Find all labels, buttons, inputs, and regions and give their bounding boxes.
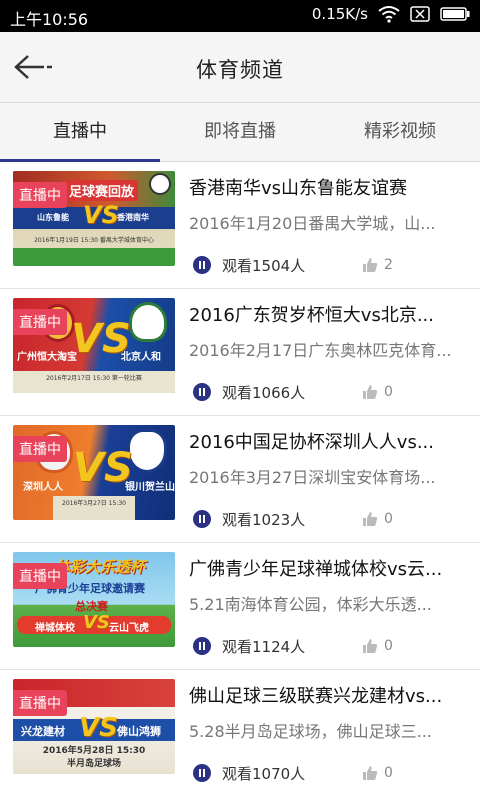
like-count: 0 bbox=[384, 511, 393, 527]
tab-upcoming[interactable]: 即将直播 bbox=[160, 103, 320, 161]
poster-team-b: 云山飞虎 bbox=[109, 623, 149, 634]
like-count: 0 bbox=[384, 638, 393, 654]
list-item[interactable]: VS 深圳人人 银川贺兰山 2016年3月27日 15:30 直播中 2016中… bbox=[0, 416, 480, 543]
poster-venue: 半月岛足球场 bbox=[66, 759, 121, 769]
poster-date: 2016年5月28日 15:30 bbox=[42, 746, 146, 756]
tab-live[interactable]: 直播中 bbox=[0, 103, 160, 162]
item-description: 2016年3月27日深圳宝安体育场... bbox=[189, 468, 436, 487]
like-count: 0 bbox=[384, 384, 393, 400]
match-thumbnail: 兴龙建材 VS 佛山鸿狮 2016年5月28日 15:30 半月岛足球场 直播中 bbox=[13, 679, 175, 774]
status-bar: 上午10:56 0.15K/s bbox=[0, 0, 480, 32]
status-time: 上午10:56 bbox=[10, 10, 89, 29]
play-icon bbox=[193, 637, 211, 655]
play-icon bbox=[193, 510, 211, 528]
vs-mark: VS bbox=[79, 713, 118, 743]
live-list: 足球赛回放 山东鲁能 VS 香港南华 2016年1月19日 15:30 番禺大学… bbox=[0, 162, 480, 797]
like-icon[interactable] bbox=[362, 257, 378, 273]
vs-mark: VS bbox=[83, 201, 119, 229]
live-badge: 直播中 bbox=[13, 436, 67, 462]
item-title: 香港南华vs山东鲁能友谊赛 bbox=[189, 178, 408, 199]
list-item[interactable]: 足球赛回放 山东鲁能 VS 香港南华 2016年1月19日 15:30 番禺大学… bbox=[0, 162, 480, 289]
item-title: 广佛青少年足球禅城体校vs云... bbox=[189, 559, 443, 580]
match-thumbnail: 足球赛回放 山东鲁能 VS 香港南华 2016年1月19日 15:30 番禺大学… bbox=[13, 171, 175, 266]
like-count: 2 bbox=[384, 257, 393, 273]
like-icon[interactable] bbox=[362, 511, 378, 527]
like-count: 0 bbox=[384, 765, 393, 781]
poster-date: 2016年1月19日 15:30 番禺大学城体育中心 bbox=[34, 237, 154, 244]
match-thumbnail: VS 广州恒大淘宝 北京人和 2016年2月17日 15:30 第一轮比赛 直播… bbox=[13, 298, 175, 393]
item-description: 5.21南海体育公园，体彩大乐透... bbox=[189, 595, 432, 614]
tab-highlights[interactable]: 精彩视频 bbox=[320, 103, 480, 161]
item-meta: 观看1504人 2 bbox=[193, 254, 473, 276]
no-sim-icon bbox=[410, 6, 430, 22]
view-count: 观看1070人 bbox=[222, 764, 306, 783]
view-count: 观看1504人 bbox=[222, 256, 306, 275]
list-item[interactable]: 兴龙建材 VS 佛山鸿狮 2016年5月28日 15:30 半月岛足球场 直播中… bbox=[0, 670, 480, 797]
play-icon bbox=[193, 256, 211, 274]
poster-banner: 体彩大乐透杯 bbox=[55, 558, 146, 576]
poster-banner: 足球赛回放 bbox=[65, 180, 139, 201]
play-icon bbox=[193, 383, 211, 401]
live-badge: 直播中 bbox=[13, 182, 67, 208]
vs-mark: VS bbox=[83, 612, 110, 633]
like-icon[interactable] bbox=[362, 384, 378, 400]
poster-team-a: 兴龙建材 bbox=[21, 725, 65, 738]
item-description: 5.28半月岛足球场，佛山足球三... bbox=[189, 722, 432, 741]
item-title: 2016广东贺岁杯恒大vs北京... bbox=[189, 305, 435, 326]
list-item[interactable]: 体彩大乐透杯 广佛青少年足球邀请赛 总决赛 禅城体校 VS 云山飞虎 直播中 广… bbox=[0, 543, 480, 670]
view-count: 观看1023人 bbox=[222, 510, 306, 529]
wifi-icon bbox=[378, 6, 400, 23]
network-speed: 0.15K/s bbox=[311, 5, 368, 23]
live-badge: 直播中 bbox=[13, 563, 67, 589]
item-meta: 观看1070人 0 bbox=[193, 762, 473, 784]
view-count: 观看1066人 bbox=[222, 383, 306, 402]
poster-team-b: 银川贺兰山 bbox=[125, 482, 175, 493]
live-badge: 直播中 bbox=[13, 690, 67, 716]
poster-team-b: 香港南华 bbox=[117, 213, 149, 222]
list-item[interactable]: VS 广州恒大淘宝 北京人和 2016年2月17日 15:30 第一轮比赛 直播… bbox=[0, 289, 480, 416]
tab-bar: 直播中 即将直播 精彩视频 bbox=[0, 102, 480, 162]
poster-team-b: 佛山鸿狮 bbox=[117, 725, 161, 738]
play-icon bbox=[193, 764, 211, 782]
poster-team-a: 深圳人人 bbox=[23, 482, 63, 493]
item-description: 2016年2月17日广东奥林匹克体育... bbox=[189, 341, 452, 360]
poster-team-b: 北京人和 bbox=[121, 352, 161, 363]
item-title: 佛山足球三级联赛兴龙建材vs... bbox=[189, 686, 443, 707]
battery-icon bbox=[440, 7, 470, 21]
view-count: 观看1124人 bbox=[222, 637, 306, 656]
poster-date: 2016年2月17日 15:30 第一轮比赛 bbox=[46, 375, 142, 382]
app-header: 体育频道 bbox=[0, 32, 480, 102]
like-icon[interactable] bbox=[362, 765, 378, 781]
item-meta: 观看1124人 0 bbox=[193, 635, 473, 657]
live-badge: 直播中 bbox=[13, 309, 67, 335]
item-meta: 观看1066人 0 bbox=[193, 381, 473, 403]
like-icon[interactable] bbox=[362, 638, 378, 654]
poster-team-a: 广州恒大淘宝 bbox=[17, 352, 77, 363]
match-thumbnail: 体彩大乐透杯 广佛青少年足球邀请赛 总决赛 禅城体校 VS 云山飞虎 直播中 bbox=[13, 552, 175, 647]
poster-date: 2016年3月27日 15:30 bbox=[62, 500, 126, 507]
item-description: 2016年1月20日番禺大学城，山... bbox=[189, 214, 436, 233]
item-meta: 观看1023人 0 bbox=[193, 508, 473, 530]
match-thumbnail: VS 深圳人人 银川贺兰山 2016年3月27日 15:30 直播中 bbox=[13, 425, 175, 520]
poster-team-a: 禅城体校 bbox=[35, 623, 75, 634]
poster-team-a: 山东鲁能 bbox=[37, 213, 69, 222]
vs-mark: VS bbox=[73, 445, 133, 491]
page-title: 体育频道 bbox=[196, 58, 284, 82]
item-title: 2016中国足协杯深圳人人vs... bbox=[189, 432, 435, 453]
